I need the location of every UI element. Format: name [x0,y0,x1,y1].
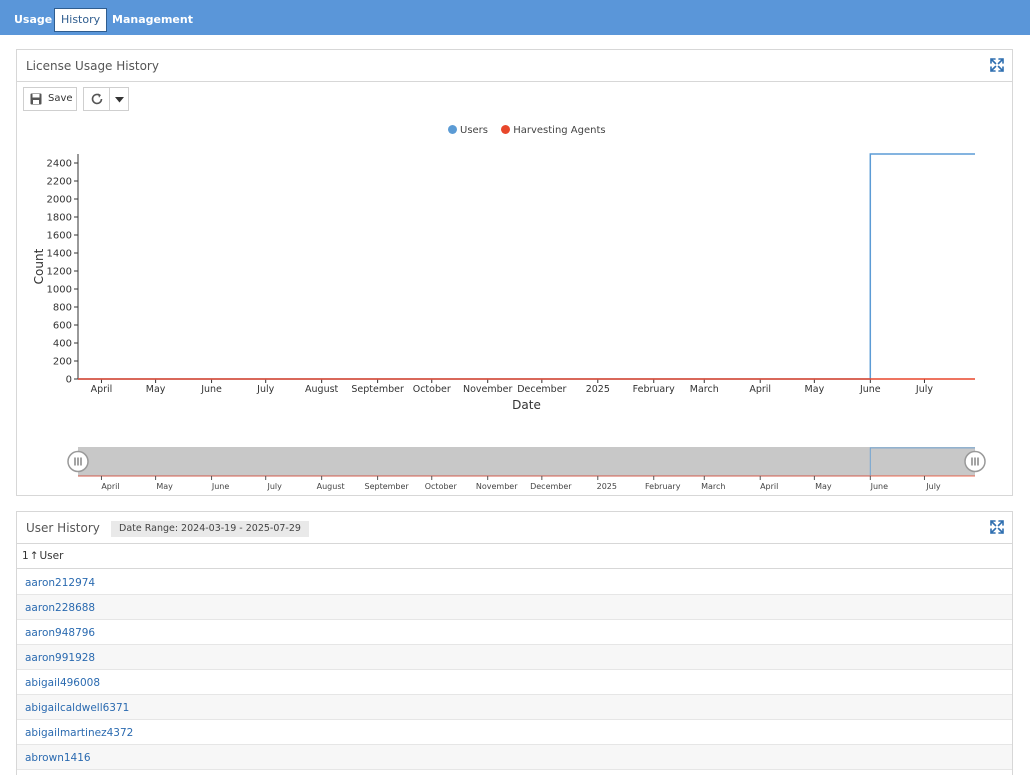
license-usage-panel: License Usage History Save Users Harvest… [16,49,1013,496]
sort-order-number: 1 [22,550,29,562]
x-tick-label: September [351,384,404,395]
tab-management[interactable]: Management [106,8,199,32]
table-row: aaron948796 [17,620,1012,645]
x-tick-label: July [256,384,274,395]
navigator-tick-label: August [317,482,345,491]
navigator-tick-label: June [870,482,889,491]
navigator-tick-label: September [364,482,409,491]
user-history-panel-header: User History Date Range: 2024-03-19 - 20… [17,512,1012,544]
table-row: abigailmartinez4372 [17,720,1012,745]
license-usage-chart: 0 200 400 600 800 1000 1200 1400 1600 1800 2000 220… [32,153,986,491]
table-row: abrown1416 [17,745,1012,770]
series-line-users [78,153,975,380]
y-tick-label: 2000 [47,195,72,206]
y-tick-label: 2400 [47,159,72,170]
navigator-tick-label: February [645,482,681,491]
x-tick-label: March [690,384,719,395]
y-tick-label: 1200 [47,267,72,278]
navigator-tick-label: April [760,482,778,491]
chart-plot-area: 0 200 400 600 800 1000 1200 1400 1600 1800 2000 220… [32,153,975,412]
x-tick-label: June [859,384,881,395]
y-tick-label: 200 [53,357,72,368]
table-row: abigailcaldwell6371 [17,695,1012,720]
x-tick-label: December [517,384,566,395]
navigator-handle-left[interactable] [67,450,89,473]
y-tick-label: 600 [53,321,72,332]
table-row: abigail496008 [17,670,1012,695]
top-nav-bar: Usage History Management [0,0,1030,35]
column-header-user[interactable]: 1↑User [17,544,1012,569]
x-tick-label: October [413,384,451,395]
navigator-tick-label: 2025 [597,482,617,491]
navigator-tick-label: July [925,482,941,491]
navigator-tick-label: May [156,482,173,491]
navigator-tick-label: November [476,482,518,491]
user-history-panel: User History Date Range: 2024-03-19 - 20… [16,511,1013,775]
x-axis-title: Date [512,398,541,412]
user-link[interactable]: abigailmartinez4372 [25,727,133,739]
y-tick-label: 0 [66,375,72,386]
user-link[interactable]: abigailcaldwell6371 [25,702,129,714]
sort-up-arrow-icon: ↑ [29,550,39,562]
x-tick-label: June [200,384,222,395]
navigator-tick-label: December [530,482,572,491]
expand-icon[interactable] [990,520,1004,534]
user-link[interactable]: aaron948796 [25,627,95,639]
y-tick-label: 1000 [47,285,72,296]
user-history-title: User History [26,521,100,535]
y-tick-label: 1400 [47,249,72,260]
x-tick-label: May [805,384,825,395]
navigator-tick-label: July [267,482,283,491]
y-tick-label: 800 [53,303,72,314]
x-tick-label: February [633,384,675,395]
date-range-badge: Date Range: 2024-03-19 - 2025-07-29 [111,521,309,537]
table-row: aaron212974 [17,570,1012,595]
x-tick-label: November [463,384,513,395]
chart-navigator: April May June July August September October No… [67,447,986,491]
user-link[interactable]: abrown1416 [25,752,91,764]
y-axis-title: Count [32,248,46,284]
navigator-tick-label: May [815,482,832,491]
x-tick-label: April [91,384,113,395]
x-tick-label: May [146,384,166,395]
table-row: aaron228688 [17,595,1012,620]
navigator-tick-label: October [425,482,458,491]
navigator-handle-right[interactable] [964,450,986,473]
navigator-tick-label: March [701,482,725,491]
user-link[interactable]: aaron212974 [25,577,95,589]
table-row: aaron991928 [17,645,1012,670]
navigator-tick-label: April [101,482,119,491]
x-tick-label: August [305,384,339,395]
x-tick-label: July [915,384,933,395]
y-tick-label: 2200 [47,177,72,188]
y-tick-label: 1600 [47,231,72,242]
user-link[interactable]: aaron228688 [25,602,95,614]
navigator-tick-label: June [211,482,230,491]
tab-history[interactable]: History [54,8,108,32]
x-tick-label: 2025 [586,384,610,395]
user-link[interactable]: aaron991928 [25,652,95,664]
y-tick-label: 400 [53,339,72,350]
y-tick-label: 1800 [47,213,72,224]
x-tick-label: April [749,384,771,395]
user-link[interactable]: abigail496008 [25,677,100,689]
navigator-selection [78,447,975,476]
tab-usage[interactable]: Usage [8,8,58,32]
column-header-user-label: User [39,550,64,562]
